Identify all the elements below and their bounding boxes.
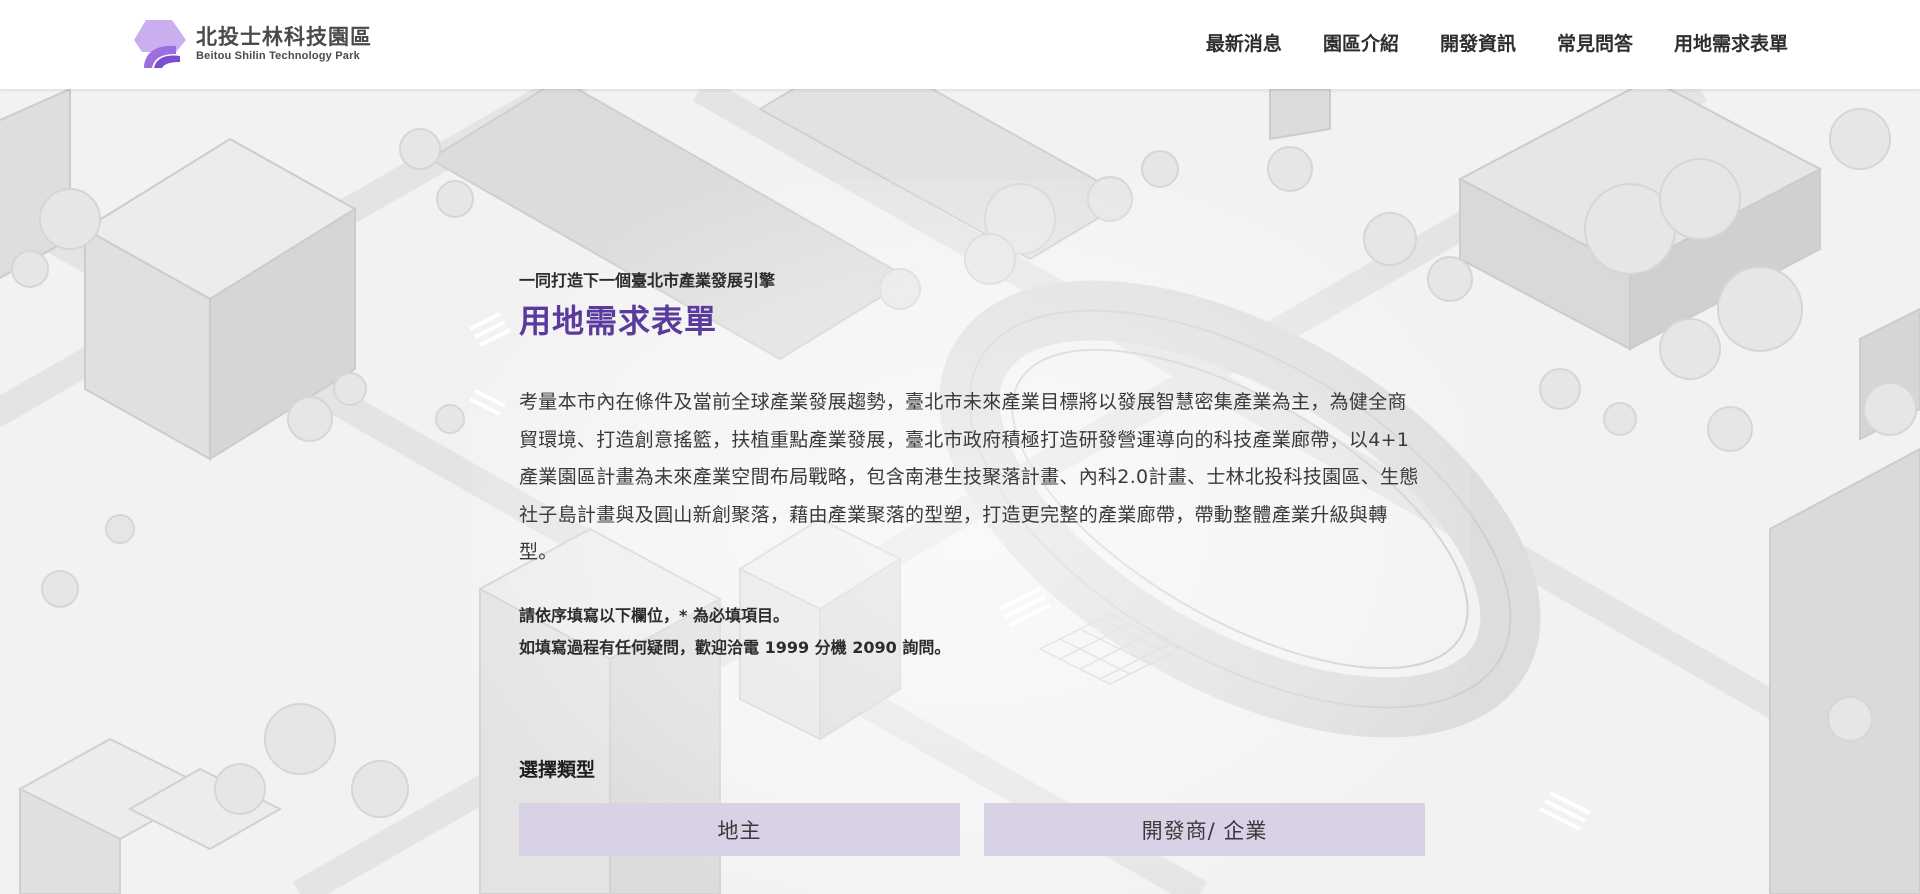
park-logo-icon bbox=[134, 20, 186, 68]
type-landowner-button[interactable]: 地主 bbox=[519, 803, 960, 856]
intro-paragraph: 考量本市內在條件及當前全球產業發展趨勢，臺北市未來產業目標將以發展智慧密集產業為… bbox=[519, 391, 1419, 563]
logo-name-en: Beitou Shilin Technology Park bbox=[196, 50, 360, 62]
type-developer-button[interactable]: 開發商/ 企業 bbox=[984, 803, 1425, 856]
nav-item-news[interactable]: 最新消息 bbox=[1206, 29, 1282, 56]
nav-item-faq[interactable]: 常見問答 bbox=[1557, 29, 1633, 56]
required-fields-note: 請依序填寫以下欄位，* 為必填項目。 bbox=[519, 605, 789, 625]
page-title: 用地需求表單 bbox=[519, 302, 718, 340]
contact-note: 如填寫過程有任何疑問，歡迎洽電 1999 分機 2090 詢問。 bbox=[519, 637, 951, 657]
site-logo[interactable]: 北投士林科技園區 Beitou Shilin Technology Park bbox=[132, 18, 372, 70]
nav-item-land-demand-form[interactable]: 用地需求表單 bbox=[1674, 29, 1788, 56]
site-header: 北投士林科技園區 Beitou Shilin Technology Park 最… bbox=[0, 0, 1920, 89]
page-subtitle: 一同打造下一個臺北市產業發展引擎 bbox=[519, 271, 776, 290]
type-section-label: 選擇類型 bbox=[519, 759, 596, 781]
main-content: 一同打造下一個臺北市產業發展引擎 用地需求表單 考量本市內在條件及當前全球產業發… bbox=[519, 268, 1425, 664]
main-nav: 最新消息 園區介紹 開發資訊 常見問答 用地需求表單 bbox=[1206, 0, 1788, 84]
logo-name-zh: 北投士林科技園區 bbox=[196, 25, 372, 49]
type-selector: 地主 開發商/ 企業 bbox=[519, 803, 1425, 856]
nav-item-development-info[interactable]: 開發資訊 bbox=[1440, 29, 1516, 56]
nav-item-park-intro[interactable]: 園區介紹 bbox=[1323, 29, 1399, 56]
form-notes: 請依序填寫以下欄位，* 為必填項目。 如填寫過程有任何疑問，歡迎洽電 1999 … bbox=[519, 600, 1425, 664]
